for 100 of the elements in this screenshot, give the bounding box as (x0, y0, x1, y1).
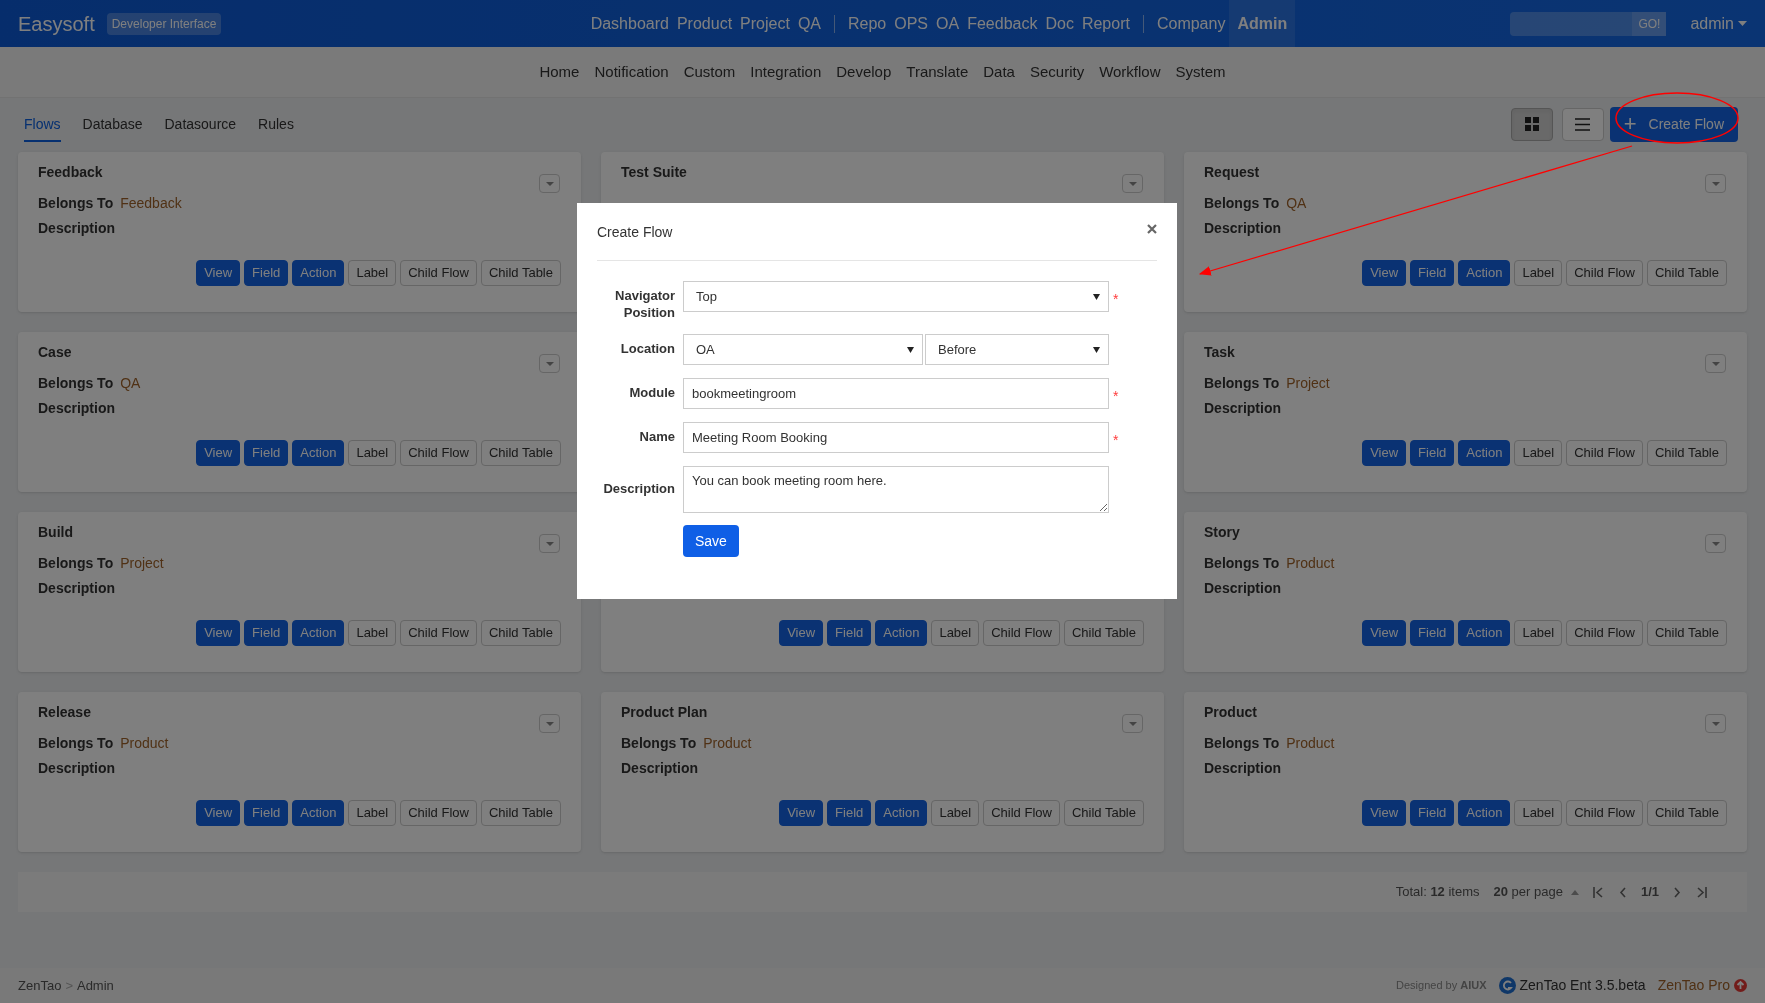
save-button[interactable]: Save (683, 525, 739, 557)
card-button[interactable]: Label (1514, 620, 1563, 646)
card-button[interactable]: Child Flow (1566, 800, 1643, 826)
card-button[interactable]: Field (244, 800, 289, 826)
subnav-link[interactable]: Home (539, 60, 580, 84)
card-button[interactable]: Action (292, 260, 345, 286)
list-view-button[interactable] (1561, 107, 1604, 141)
nav-link[interactable]: Feedback (963, 11, 1042, 36)
card-menu-button[interactable] (1705, 534, 1726, 553)
subnav-link[interactable]: Integration (750, 60, 822, 84)
card-button[interactable]: Child Table (1063, 800, 1144, 826)
tab[interactable]: Flows (24, 106, 61, 142)
card-button[interactable]: View (1362, 620, 1407, 646)
breadcrumb-link[interactable]: Admin (76, 975, 114, 996)
previous-page-icon[interactable] (1618, 886, 1627, 898)
nav-link[interactable]: Doc (1041, 11, 1078, 36)
card-button[interactable]: Field (1410, 620, 1455, 646)
card-button[interactable]: Child Table (1646, 440, 1727, 466)
card-menu-button[interactable] (539, 174, 560, 193)
next-page-icon[interactable] (1673, 886, 1681, 898)
card-button[interactable]: Field (827, 800, 872, 826)
card-button[interactable]: View (1362, 260, 1407, 286)
card-button[interactable]: Action (1458, 260, 1511, 286)
create-flow-button[interactable]: + Create Flow (1609, 106, 1738, 142)
nav-link[interactable]: Repo (844, 11, 891, 36)
card-button[interactable]: Field (244, 260, 289, 286)
card-button[interactable]: View (196, 260, 241, 286)
subnav-link[interactable]: Security (1029, 60, 1085, 84)
card-button[interactable]: Child Table (480, 260, 561, 286)
card-button[interactable]: Child Flow (983, 620, 1060, 646)
card-button[interactable]: Action (1458, 440, 1511, 466)
card-button[interactable]: View (196, 620, 241, 646)
subnav-link[interactable]: Custom (683, 60, 736, 84)
card-button[interactable]: Child Flow (400, 440, 477, 466)
grid-view-button[interactable] (1510, 107, 1553, 141)
card-button[interactable]: Label (1514, 800, 1563, 826)
subnav-link[interactable]: Notification (594, 60, 669, 84)
card-button[interactable]: Field (244, 440, 289, 466)
select-field[interactable]: OA (683, 334, 923, 365)
card-button[interactable]: Action (875, 620, 928, 646)
upgrade-icon[interactable] (1734, 979, 1747, 992)
nav-link[interactable]: Project (736, 11, 794, 36)
card-menu-button[interactable] (1705, 174, 1726, 193)
card-button[interactable]: Field (1410, 800, 1455, 826)
card-button[interactable]: Child Table (480, 440, 561, 466)
card-button[interactable]: Field (1410, 440, 1455, 466)
card-button[interactable]: Action (875, 800, 928, 826)
card-button[interactable]: Child Table (480, 620, 561, 646)
card-button[interactable]: Label (348, 800, 397, 826)
subnav-link[interactable]: Data (983, 60, 1015, 84)
card-button[interactable]: Child Table (1063, 620, 1144, 646)
card-button[interactable]: Child Flow (983, 800, 1060, 826)
card-button[interactable]: Label (1514, 440, 1563, 466)
nav-link[interactable]: Report (1077, 11, 1134, 36)
card-menu-button[interactable] (1705, 354, 1726, 373)
nav-link[interactable]: Product (672, 11, 737, 36)
card-button[interactable]: Label (348, 440, 397, 466)
nav-link[interactable]: QA (793, 11, 825, 36)
card-button[interactable]: Label (931, 620, 980, 646)
subnav-link[interactable]: Develop (836, 60, 892, 84)
card-button[interactable]: Field (1410, 260, 1455, 286)
card-button[interactable]: Child Flow (400, 800, 477, 826)
close-icon[interactable] (1147, 224, 1157, 234)
card-button[interactable]: Child Flow (1566, 260, 1643, 286)
card-button[interactable]: Action (1458, 800, 1511, 826)
card-button[interactable]: Child Table (1646, 620, 1727, 646)
card-button[interactable]: Field (827, 620, 872, 646)
card-button[interactable]: Field (244, 620, 289, 646)
card-button[interactable]: Child Flow (400, 620, 477, 646)
card-button[interactable]: Child Table (1646, 800, 1727, 826)
card-button[interactable]: View (196, 440, 241, 466)
user-menu[interactable]: admin (1690, 11, 1747, 36)
subnav-link[interactable]: System (1175, 60, 1226, 84)
card-button[interactable]: Label (348, 260, 397, 286)
card-menu-button[interactable] (539, 534, 560, 553)
card-menu-button[interactable] (1705, 714, 1726, 733)
subnav-link[interactable]: Translate (906, 60, 969, 84)
card-button[interactable]: Child Flow (1566, 620, 1643, 646)
subnav-link[interactable]: Workflow (1099, 60, 1161, 84)
card-button[interactable]: View (779, 620, 824, 646)
upgrade-link[interactable]: ZenTao Pro (1657, 975, 1730, 996)
description-textarea[interactable]: You can book meeting room here. (683, 466, 1109, 513)
card-button[interactable]: Action (292, 800, 345, 826)
text-input[interactable]: Meeting Room Booking (683, 422, 1109, 453)
card-button[interactable]: Action (292, 440, 345, 466)
nav-link[interactable]: OA (932, 11, 964, 36)
card-button[interactable]: Action (1458, 620, 1511, 646)
card-button[interactable]: Child Table (480, 800, 561, 826)
card-button[interactable]: View (779, 800, 824, 826)
card-button[interactable]: Action (292, 620, 345, 646)
card-button[interactable]: Label (348, 620, 397, 646)
card-button[interactable]: View (196, 800, 241, 826)
tab[interactable]: Database (82, 106, 143, 142)
breadcrumb-link[interactable]: ZenTao (18, 975, 62, 996)
card-menu-button[interactable] (1122, 714, 1143, 733)
select-field[interactable]: Top (683, 281, 1109, 312)
card-menu-button[interactable] (1122, 174, 1143, 193)
card-button[interactable]: Child Flow (400, 260, 477, 286)
last-page-icon[interactable] (1695, 886, 1707, 898)
select-field[interactable]: Before (925, 334, 1109, 365)
